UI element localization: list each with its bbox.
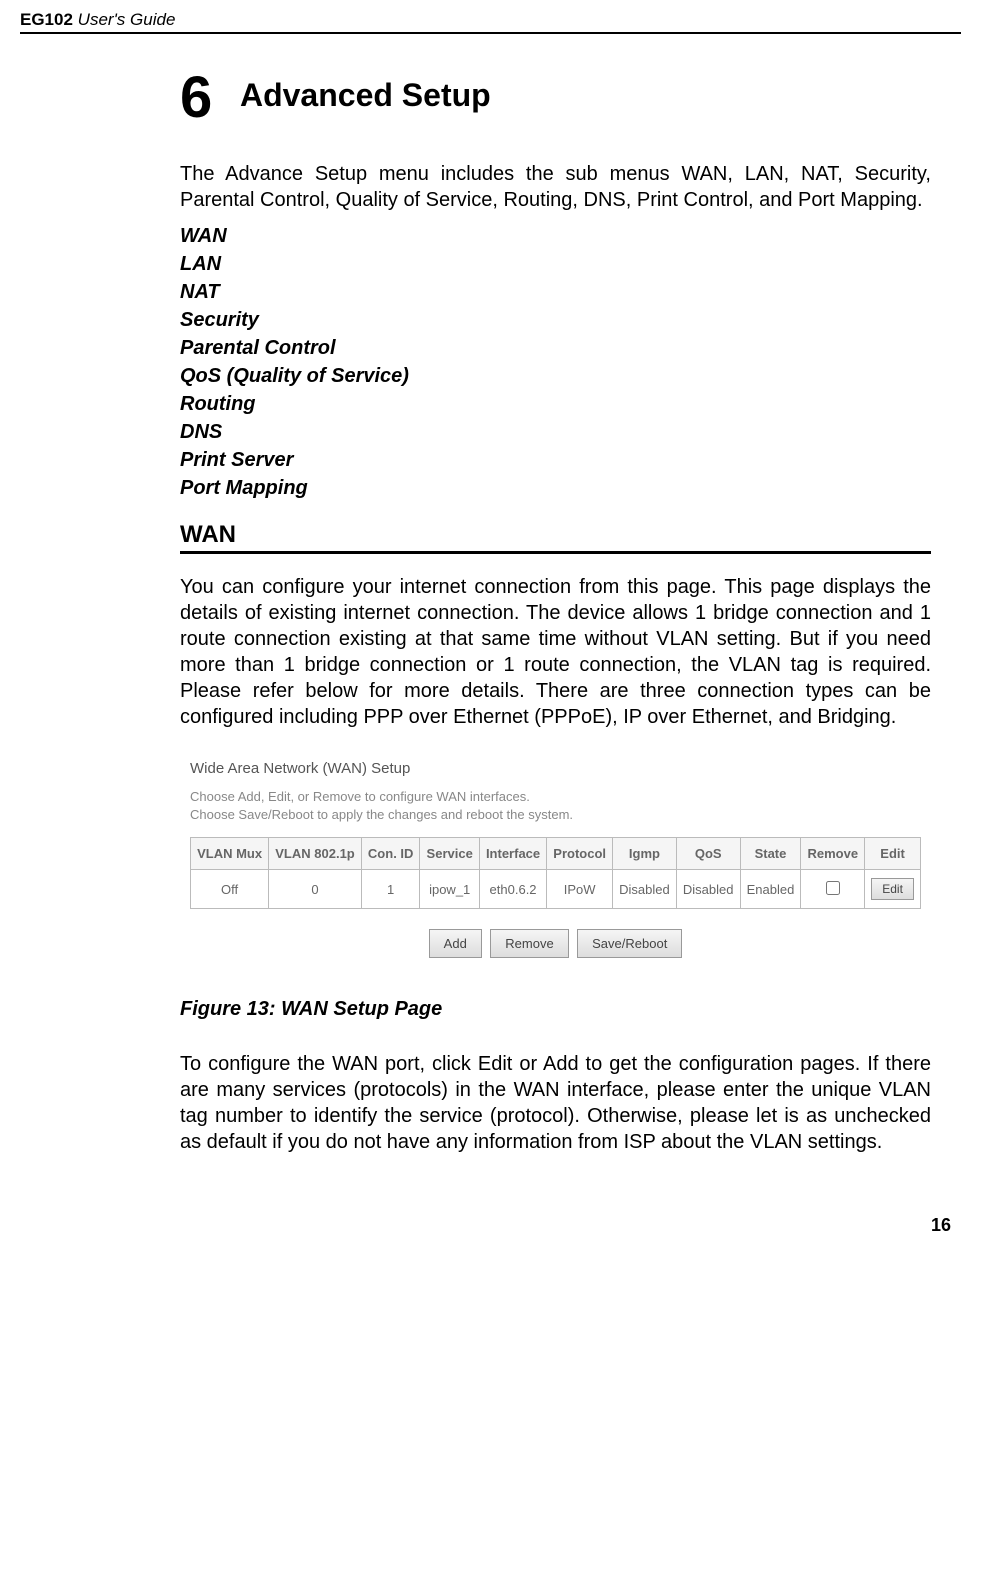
col-igmp: Igmp	[613, 838, 677, 870]
wan-instruction-2: Choose Save/Reboot to apply the changes …	[190, 807, 921, 822]
toc-routing: Routing	[180, 391, 931, 417]
intro-paragraph: The Advance Setup menu includes the sub …	[180, 161, 931, 213]
cell-vlan-8021p: 0	[269, 870, 362, 909]
chapter-number: 6	[180, 65, 212, 130]
col-edit: Edit	[865, 838, 921, 870]
chapter-title-text: Advanced Setup	[240, 77, 491, 113]
col-qos: QoS	[676, 838, 740, 870]
toc-port-mapping: Port Mapping	[180, 475, 931, 501]
header-title: EG102 User's Guide	[20, 10, 175, 30]
toc-qos: QoS (Quality of Service)	[180, 363, 931, 389]
col-remove: Remove	[801, 838, 865, 870]
wan-setup-figure: Wide Area Network (WAN) Setup Choose Add…	[180, 750, 931, 968]
main-content: 6 Advanced Setup The Advance Setup menu …	[20, 64, 961, 1155]
cell-service: ipow_1	[420, 870, 479, 909]
toc-parental-control: Parental Control	[180, 335, 931, 361]
col-state: State	[740, 838, 801, 870]
table-header-row: VLAN Mux VLAN 802.1p Con. ID Service Int…	[191, 838, 921, 870]
toc-nat: NAT	[180, 279, 931, 305]
section-heading-wan: WAN	[180, 521, 931, 554]
save-reboot-button[interactable]: Save/Reboot	[577, 929, 682, 958]
cell-interface: eth0.6.2	[479, 870, 546, 909]
figure-caption: Figure 13: WAN Setup Page	[180, 998, 931, 1021]
col-interface: Interface	[479, 838, 546, 870]
add-button[interactable]: Add	[429, 929, 482, 958]
cell-remove	[801, 870, 865, 909]
table-row: Off 0 1 ipow_1 eth0.6.2 IPoW Disabled Di…	[191, 870, 921, 909]
wan-instruction-1: Choose Add, Edit, or Remove to configure…	[190, 789, 921, 804]
cell-igmp: Disabled	[613, 870, 677, 909]
cell-con-id: 1	[361, 870, 420, 909]
toc-lan: LAN	[180, 251, 931, 277]
chapter-heading: 6 Advanced Setup	[180, 64, 931, 131]
cell-vlan-mux: Off	[191, 870, 269, 909]
wan-description-1: You can configure your internet connecti…	[180, 574, 931, 730]
remove-checkbox[interactable]	[826, 881, 840, 895]
col-con-id: Con. ID	[361, 838, 420, 870]
wan-table: VLAN Mux VLAN 802.1p Con. ID Service Int…	[190, 837, 921, 909]
cell-state: Enabled	[740, 870, 801, 909]
wan-description-2: To configure the WAN port, click Edit or…	[180, 1051, 931, 1155]
button-row: Add Remove Save/Reboot	[190, 929, 921, 958]
toc-security: Security	[180, 307, 931, 333]
wan-setup-panel: Wide Area Network (WAN) Setup Choose Add…	[180, 750, 931, 968]
col-vlan-8021p: VLAN 802.1p	[269, 838, 362, 870]
cell-qos: Disabled	[676, 870, 740, 909]
cell-protocol: IPoW	[547, 870, 613, 909]
toc-wan: WAN	[180, 223, 931, 249]
guide-label: User's Guide	[78, 10, 176, 29]
col-vlan-mux: VLAN Mux	[191, 838, 269, 870]
page-number: 16	[20, 1215, 961, 1236]
edit-button[interactable]: Edit	[871, 878, 914, 900]
col-service: Service	[420, 838, 479, 870]
toc-print-server: Print Server	[180, 447, 931, 473]
product-name: EG102	[20, 10, 73, 29]
col-protocol: Protocol	[547, 838, 613, 870]
toc-dns: DNS	[180, 419, 931, 445]
page-header: EG102 User's Guide	[20, 10, 961, 34]
cell-edit: Edit	[865, 870, 921, 909]
remove-button[interactable]: Remove	[490, 929, 568, 958]
wan-panel-title: Wide Area Network (WAN) Setup	[190, 760, 921, 777]
